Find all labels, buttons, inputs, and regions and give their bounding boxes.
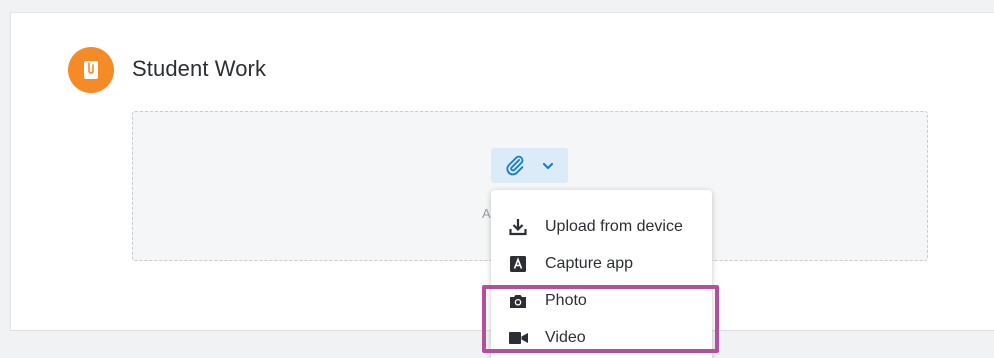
download-icon [508,217,528,237]
menu-item-capture-app[interactable]: Capture app [491,245,712,282]
video-camera-icon [508,328,528,348]
attachment-options-menu: Upload from device Capture app Photo Vid… [491,190,712,358]
dropzone-hint-text: A [482,206,491,221]
clip-document-icon [68,47,114,93]
paperclip-icon [506,155,524,176]
section-title: Student Work [132,56,267,81]
menu-item-label: Capture app [545,254,634,272]
camera-icon [508,291,528,311]
capture-app-icon [508,254,528,274]
menu-item-photo[interactable]: Photo [491,282,712,319]
menu-item-upload-from-device[interactable]: Upload from device [491,208,712,245]
menu-item-video[interactable]: Video [491,319,712,356]
chevron-down-icon [542,162,554,170]
add-attachment-button[interactable] [491,148,568,183]
menu-item-label: Upload from device [545,217,683,235]
menu-item-label: Video [545,328,586,346]
menu-item-label: Photo [545,291,587,309]
page: Student Work A Upload from device Captur… [0,0,994,358]
